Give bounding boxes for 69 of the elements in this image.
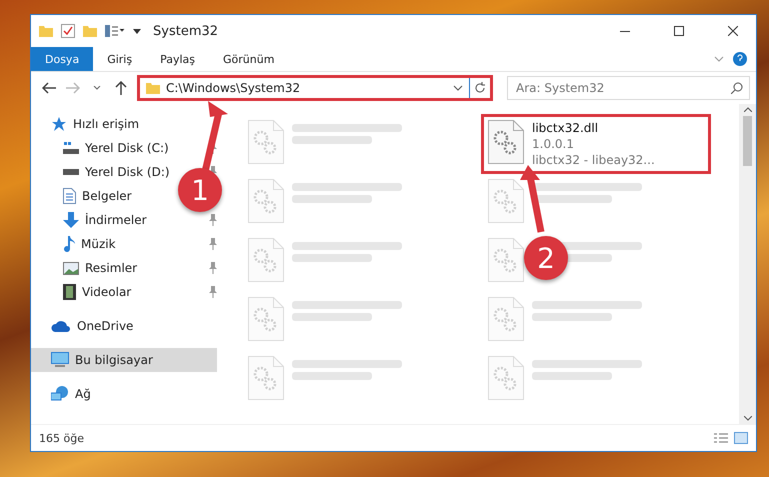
folder-icon bbox=[39, 25, 53, 37]
folder-icon bbox=[83, 25, 97, 37]
scroll-up-icon[interactable] bbox=[744, 107, 752, 112]
sidebar-item[interactable]: Müzik bbox=[31, 232, 120, 256]
cloud-icon bbox=[51, 320, 71, 332]
chevron-down-icon bbox=[714, 56, 724, 62]
file-version: 1.0.0.1 bbox=[532, 136, 575, 152]
item-count: 165 öğe bbox=[39, 432, 85, 444]
picture-icon bbox=[63, 262, 79, 274]
ribbon-tab[interactable]: Dosya bbox=[31, 47, 94, 71]
sidebar-item[interactable]: Resimler bbox=[31, 256, 142, 280]
up-arrow-icon bbox=[115, 81, 127, 95]
file-gears-icon bbox=[248, 179, 284, 223]
tiles-view-icon bbox=[734, 432, 748, 444]
ribbon-tab[interactable]: Paylaş bbox=[146, 47, 209, 71]
refresh-icon bbox=[474, 82, 486, 94]
sidebar-item[interactable]: Hızlı erişim bbox=[31, 112, 144, 136]
file-gears-icon bbox=[488, 356, 524, 400]
minimize-icon bbox=[620, 30, 630, 32]
file-gears-icon bbox=[248, 120, 284, 164]
details-view-icon bbox=[714, 432, 728, 444]
scrollbar-thumb[interactable] bbox=[743, 116, 752, 166]
scrollbar[interactable] bbox=[739, 104, 756, 424]
file-gears-icon bbox=[248, 238, 284, 282]
file-gears-icon bbox=[248, 356, 284, 400]
sidebar-item[interactable]: Yerel Disk (D:) bbox=[31, 160, 174, 184]
file-gears-icon bbox=[488, 179, 524, 223]
close-icon bbox=[728, 26, 738, 36]
sidebar-item[interactable]: Bu bilgisayar bbox=[31, 348, 217, 372]
dropdown-caret-icon bbox=[133, 27, 141, 35]
file-tile[interactable]: libctx32.dll 1.0.0.1 libctx32 - libeay32... bbox=[481, 114, 711, 174]
star-icon bbox=[51, 116, 67, 132]
network-icon bbox=[51, 386, 69, 402]
sidebar-item[interactable]: OneDrive bbox=[31, 314, 138, 338]
music-note-icon bbox=[63, 236, 75, 252]
view-options-icon bbox=[105, 25, 125, 37]
download-arrow-icon bbox=[63, 212, 79, 228]
file-gears-icon bbox=[488, 238, 524, 282]
search-icon bbox=[731, 82, 743, 94]
address-field[interactable]: C:\Windows\System32 bbox=[137, 75, 493, 101]
ribbon-tab[interactable]: Giriş bbox=[93, 47, 146, 71]
computer-icon bbox=[51, 352, 69, 368]
window-title: System32 bbox=[153, 24, 218, 38]
sidebar-item[interactable]: Videolar bbox=[31, 280, 136, 304]
ribbon-tab[interactable]: Görünüm bbox=[209, 47, 288, 71]
checklist-icon bbox=[61, 24, 75, 38]
left-arrow-icon bbox=[42, 82, 56, 94]
drive-icon bbox=[63, 141, 79, 155]
help-icon bbox=[732, 51, 748, 67]
sidebar-item[interactable]: Belgeler bbox=[31, 184, 136, 208]
file-gears-icon bbox=[488, 297, 524, 341]
file-description: libctx32 - libeay32... bbox=[532, 152, 655, 168]
file-gears-icon bbox=[248, 297, 284, 341]
pointer-arrow bbox=[520, 165, 544, 233]
drive-icon bbox=[63, 169, 79, 175]
maximize-icon bbox=[674, 26, 684, 36]
sidebar-item[interactable]: Yerel Disk (C:) bbox=[31, 136, 173, 160]
file-name: libctx32.dll bbox=[532, 120, 600, 136]
film-icon bbox=[63, 284, 76, 300]
sidebar-item[interactable]: İndirmeler bbox=[31, 208, 151, 232]
folder-icon bbox=[146, 82, 160, 94]
right-arrow-icon bbox=[66, 82, 80, 94]
scroll-down-icon[interactable] bbox=[744, 416, 752, 421]
chevron-down-icon bbox=[93, 86, 101, 90]
sidebar-item[interactable]: Ağ bbox=[31, 382, 95, 406]
chevron-down-icon bbox=[453, 84, 463, 92]
search-box[interactable]: Ara: System32 bbox=[507, 76, 750, 100]
file-gears-icon bbox=[488, 120, 524, 164]
document-icon bbox=[63, 188, 76, 204]
